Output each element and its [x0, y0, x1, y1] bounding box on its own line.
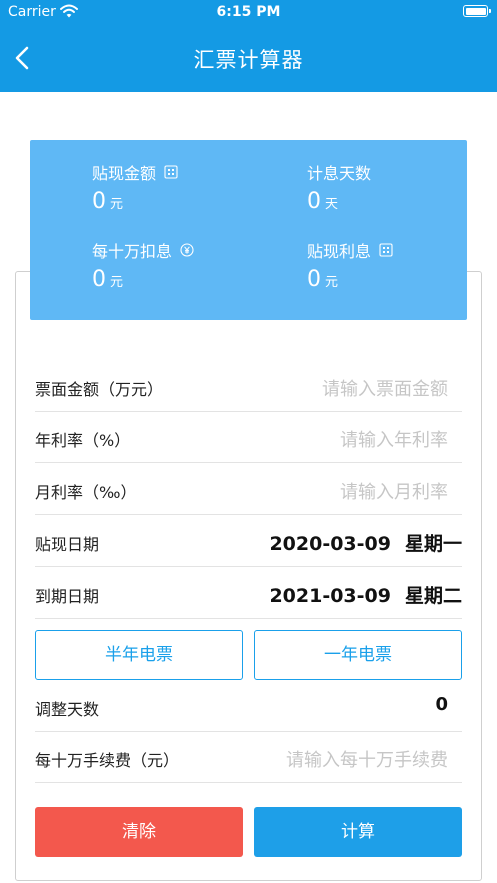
- calculator-icon: [379, 243, 393, 257]
- discount-date-picker[interactable]: 2020-03-09 星期一: [269, 529, 462, 556]
- due-date-weekday: 星期二: [404, 585, 462, 607]
- monthly-rate-label: 月利率（‰）: [35, 483, 137, 502]
- stat-discount-interest: 贴现利息 0元: [307, 238, 393, 292]
- discount-date-row[interactable]: 贴现日期 2020-03-09 星期一: [35, 515, 462, 567]
- annual-rate-label: 年利率（%）: [35, 431, 131, 450]
- adjust-days-row[interactable]: 调整天数 0: [35, 680, 462, 732]
- face-amount-row[interactable]: 票面金额（万元） 请输入票面金额: [35, 360, 462, 412]
- stat-label: 贴现利息: [307, 242, 372, 261]
- calculator-icon: [164, 165, 178, 179]
- stat-value: 0: [307, 189, 321, 214]
- fee-row[interactable]: 每十万手续费（元） 请输入每十万手续费: [35, 731, 462, 783]
- clock: 6:15 PM: [216, 4, 281, 20]
- due-date-label: 到期日期: [35, 587, 100, 606]
- annual-rate-input[interactable]: 请输入年利率: [340, 426, 448, 452]
- due-date-picker[interactable]: 2021-03-09 星期二: [269, 581, 462, 608]
- status-bar: Carrier 6:15 PM: [0, 0, 497, 26]
- due-date-value: 2021-03-09: [269, 585, 391, 607]
- battery-icon: [463, 5, 491, 17]
- annual-rate-row[interactable]: 年利率（%） 请输入年利率: [35, 411, 462, 463]
- stat-value: 0: [307, 267, 321, 292]
- clear-button[interactable]: 清除: [35, 807, 243, 857]
- stat-unit: 天: [325, 197, 339, 212]
- fee-input[interactable]: 请输入每十万手续费: [286, 746, 448, 772]
- nav-bar: 汇票计算器: [0, 26, 497, 92]
- stat-unit: 元: [325, 275, 339, 290]
- discount-date-weekday: 星期一: [404, 533, 462, 555]
- monthly-rate-input[interactable]: 请输入月利率: [340, 478, 448, 504]
- adjust-days-value[interactable]: 0: [435, 694, 448, 715]
- one-year-ebill-button[interactable]: 一年电票: [254, 630, 462, 680]
- stat-per-100k-deduction: 每十万扣息 0元: [92, 238, 194, 292]
- stat-interest-days: 计息天数 0天: [307, 160, 371, 214]
- stat-label: 每十万扣息: [92, 242, 173, 261]
- fee-label: 每十万手续费（元）: [35, 751, 180, 770]
- due-date-row[interactable]: 到期日期 2021-03-09 星期二: [35, 567, 462, 619]
- stat-discount-amount: 贴现金额 0元: [92, 160, 178, 214]
- page-title: 汇票计算器: [193, 48, 304, 72]
- stat-label: 贴现金额: [92, 164, 157, 183]
- stat-value: 0: [92, 189, 106, 214]
- calculate-button[interactable]: 计算: [254, 807, 462, 857]
- half-year-ebill-button[interactable]: 半年电票: [35, 630, 243, 680]
- stat-label: 计息天数: [307, 164, 372, 183]
- monthly-rate-row[interactable]: 月利率（‰） 请输入月利率: [35, 463, 462, 515]
- face-amount-label: 票面金额（万元）: [35, 380, 164, 399]
- stat-unit: 元: [110, 275, 124, 290]
- stat-value: 0: [92, 267, 106, 292]
- summary-panel: 贴现金额 0元 计息天数 0天 每十万扣息 0元 贴现利息 0 元: [30, 140, 467, 320]
- stat-unit: 元: [110, 197, 124, 212]
- adjust-days-label: 调整天数: [35, 700, 100, 719]
- discount-date-value: 2020-03-09: [269, 533, 391, 555]
- face-amount-input[interactable]: 请输入票面金额: [322, 375, 448, 401]
- yen-coin-icon: [180, 243, 194, 257]
- discount-date-label: 贴现日期: [35, 535, 100, 554]
